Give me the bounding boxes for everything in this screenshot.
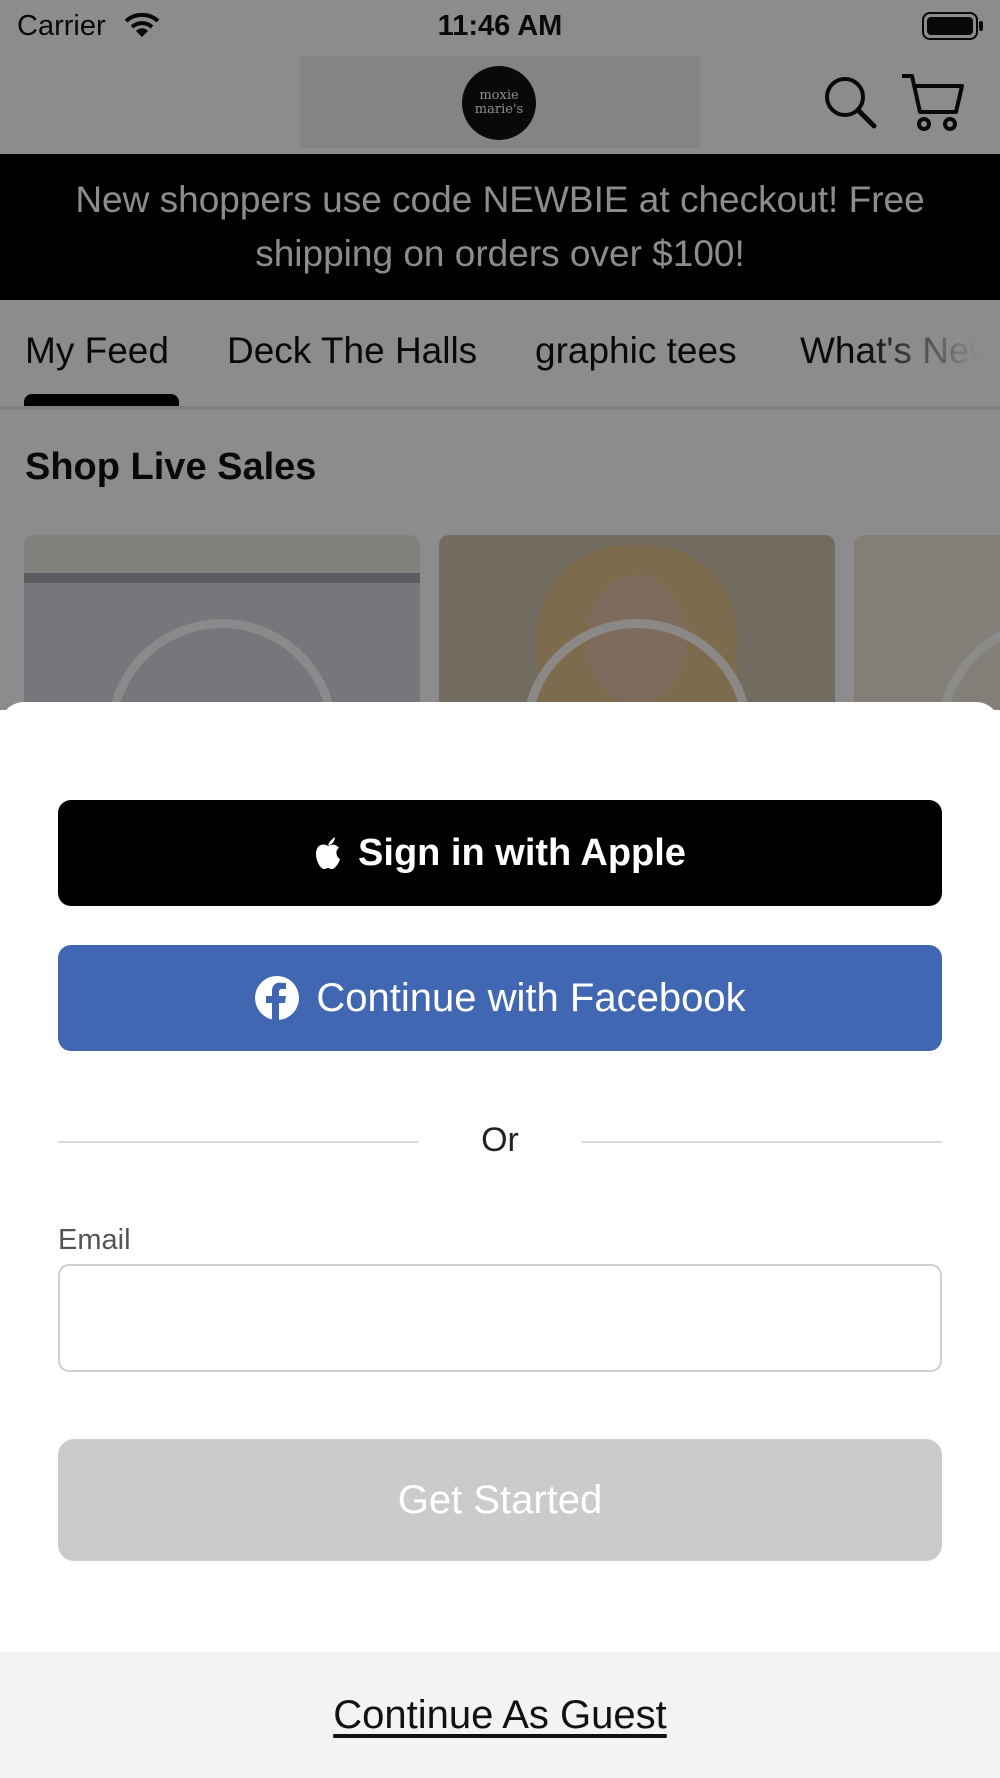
continue-with-facebook-button[interactable]: Continue with Facebook: [58, 945, 942, 1051]
email-field[interactable]: [58, 1264, 942, 1372]
sign-in-with-apple-button[interactable]: Sign in with Apple: [58, 800, 942, 906]
signin-sheet: Sign in with Apple Continue with Faceboo…: [0, 702, 1000, 1778]
get-started-button[interactable]: Get Started: [58, 1439, 942, 1561]
continue-as-guest-link[interactable]: Continue As Guest: [333, 1693, 667, 1738]
facebook-icon: [254, 975, 300, 1021]
apple-button-label: Sign in with Apple: [358, 831, 686, 874]
get-started-label: Get Started: [397, 1477, 603, 1522]
email-label: Email: [58, 1224, 131, 1256]
guest-bar: Continue As Guest: [0, 1652, 1000, 1778]
modal-backdrop[interactable]: [0, 0, 1000, 710]
apple-icon: [314, 836, 342, 870]
or-divider-text: Or: [481, 1121, 519, 1159]
facebook-button-label: Continue with Facebook: [316, 975, 746, 1020]
